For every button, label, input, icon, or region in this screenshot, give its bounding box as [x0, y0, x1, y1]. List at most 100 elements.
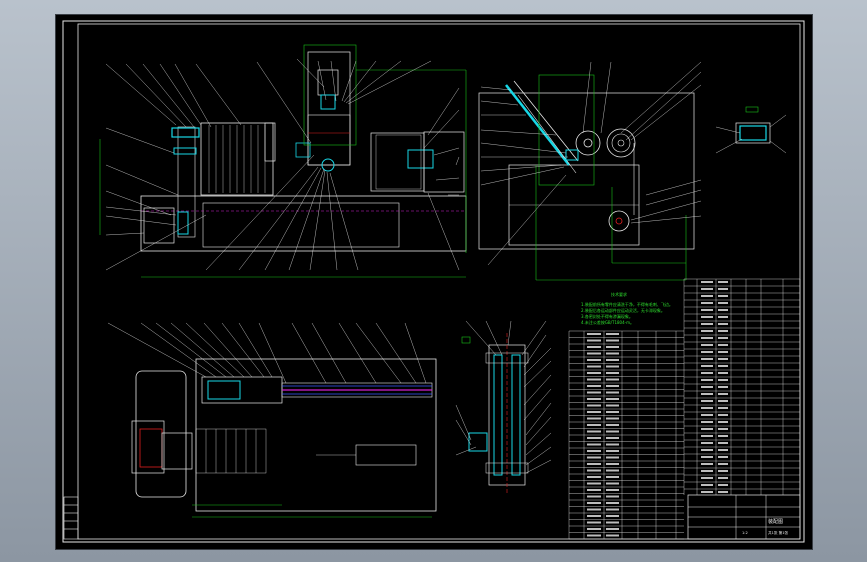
parts-list-entry — [718, 337, 728, 339]
parts-list-entry — [587, 528, 601, 530]
parts-list-entry — [701, 365, 713, 367]
parts-list-entry — [587, 482, 601, 485]
tech-req-line-4: 4.未注公差按GB/T1804-m。 — [581, 319, 634, 325]
parts-list-entry — [718, 323, 728, 325]
parts-list-entry — [606, 528, 619, 530]
parts-list-entry — [587, 411, 601, 413]
parts-list-entry — [718, 358, 728, 360]
parts-list-entry — [718, 302, 728, 304]
parts-list-entry — [718, 428, 728, 430]
parts-list-entry — [701, 435, 713, 437]
parts-list-entry — [718, 477, 728, 479]
parts-list-entry — [606, 352, 619, 355]
parts-list-entry — [606, 430, 619, 433]
plan-view — [107, 322, 437, 518]
parts-list-entry — [718, 295, 728, 297]
parts-list-entry — [701, 477, 713, 479]
tech-req-line-2: 2.装配后各运动部件应运动灵活，无卡滞现象。 — [581, 307, 665, 313]
parts-list-entry — [701, 323, 713, 325]
parts-list-entry — [718, 365, 728, 367]
parts-list-entry — [701, 358, 713, 360]
parts-list-entry — [701, 491, 713, 493]
parts-list-entry — [701, 442, 713, 444]
parts-list-entry — [587, 508, 601, 511]
parts-list-entry — [587, 515, 601, 517]
title-block-label: 装配图 — [768, 518, 783, 525]
parts-list-entry — [606, 482, 619, 485]
parts-list-entry — [701, 393, 713, 395]
parts-list-entry — [606, 365, 619, 368]
parts-list-entry — [701, 344, 713, 346]
parts-list-entry — [606, 521, 619, 524]
detail-view-a — [715, 106, 787, 154]
parts-list-entry — [587, 372, 601, 374]
parts-list-entry — [701, 288, 713, 290]
parts-list-entry — [587, 463, 601, 465]
parts-list-entry — [587, 391, 601, 394]
scale-text: 1:2 — [742, 531, 748, 535]
parts-list-entry — [587, 333, 601, 335]
side-view — [478, 61, 702, 281]
parts-list-entry — [718, 407, 728, 409]
parts-list-entry — [587, 359, 601, 361]
left-margin-cells — [63, 496, 79, 540]
parts-list-entry — [718, 484, 728, 486]
tech-req-title: 技术要求 — [611, 291, 627, 297]
parts-list-entry — [606, 469, 619, 472]
parts-list-entry — [718, 421, 728, 423]
parts-list-entry — [718, 449, 728, 451]
parts-list-entry — [587, 398, 601, 400]
parts-list-entry — [587, 469, 601, 472]
parts-list-entry — [701, 386, 713, 388]
parts-list-entry — [718, 288, 728, 290]
parts-list-entry — [587, 502, 601, 504]
parts-list-entry — [701, 407, 713, 409]
parts-list-entry — [606, 378, 619, 381]
parts-list-entry — [718, 491, 728, 493]
parts-list-entry — [718, 379, 728, 381]
parts-list-entry — [587, 417, 601, 420]
parts-list-entry — [718, 386, 728, 388]
parts-list-entry — [718, 435, 728, 437]
parts-list-entry — [718, 316, 728, 318]
parts-list-entry — [606, 489, 619, 491]
parts-list-entry — [718, 400, 728, 402]
parts-list-entry — [718, 330, 728, 332]
parts-list-entry — [701, 281, 713, 283]
parts-list-entry — [606, 339, 619, 342]
parts-list-entry — [606, 508, 619, 511]
parts-list-entry — [606, 359, 619, 361]
parts-list-entry — [587, 495, 601, 498]
parts-list-entry — [701, 372, 713, 374]
parts-list-entry — [606, 417, 619, 420]
parts-list-entry — [606, 398, 619, 400]
parts-list-entry — [587, 476, 601, 478]
parts-list-entry — [606, 404, 619, 407]
parts-list-entry — [587, 378, 601, 381]
tech-requirements: 技术要求 1.装配前所有零件应清洗干净，不得有毛刺、飞边。 2.装配后各运动部件… — [581, 291, 673, 325]
parts-list-entry — [718, 456, 728, 458]
parts-list-entry — [718, 470, 728, 472]
parts-list-entry — [587, 430, 601, 433]
parts-list-entry — [718, 463, 728, 465]
parts-list-entry — [701, 428, 713, 430]
parts-list-entry — [718, 372, 728, 374]
tech-req-line-3: 3.各密封处不得有渗漏现象。 — [581, 313, 633, 319]
parts-list-entry — [718, 393, 728, 395]
parts-list-entry — [606, 534, 619, 537]
section-view — [455, 320, 552, 493]
parts-list-entry — [701, 295, 713, 297]
parts-list-entry — [701, 302, 713, 304]
parts-list-entry — [718, 442, 728, 444]
parts-list-entry — [718, 281, 728, 283]
parts-list-entry — [701, 414, 713, 416]
parts-list-entry — [701, 484, 713, 486]
parts-list-entry — [606, 411, 619, 413]
parts-list-entry — [718, 344, 728, 346]
assembly-drawing: 技术要求 1.装配前所有零件应清洗干净，不得有毛刺、飞边。 2.装配后各运动部件… — [62, 20, 805, 543]
cad-viewport[interactable]: 技术要求 1.装配前所有零件应清洗干净，不得有毛刺、飞边。 2.装配后各运动部件… — [55, 14, 813, 550]
parts-list-entry — [606, 443, 619, 446]
parts-list-entry — [701, 449, 713, 451]
parts-list-entry — [606, 372, 619, 374]
parts-list-entry — [587, 437, 601, 439]
